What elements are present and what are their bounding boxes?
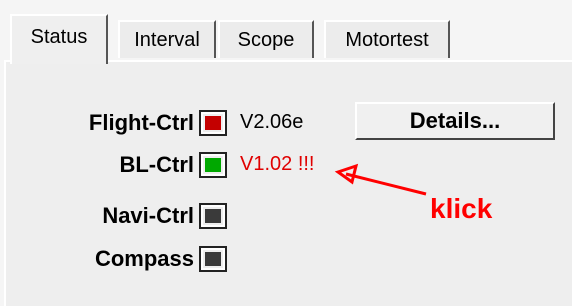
tab-scope[interactable]: Scope [218,20,314,58]
tab-status[interactable]: Status [10,14,108,64]
compass-label: Compass [94,246,194,271]
compass-led [199,246,227,272]
tab-motortest[interactable]: Motortest [324,20,450,58]
tab-interval-label: Interval [134,28,200,51]
red-arrow-icon [334,163,427,196]
bl-ctrl-led-fill [205,158,221,172]
details-button-label: Details... [409,108,501,133]
navi-ctrl-label: Navi-Ctrl [102,203,194,228]
tab-status-label: Status [30,26,88,48]
bl-ctrl-label: BL-Ctrl [119,152,194,177]
flight-ctrl-label: Flight-Ctrl [88,110,194,135]
klick-annotation: klick [430,193,493,224]
bl-ctrl-version: V1.02 !!! [240,153,315,175]
flight-ctrl-version: V2.06e [240,111,304,133]
tab-motortest-label: Motortest [345,28,429,51]
tab-scope-label: Scope [237,28,295,51]
tab-strip: Status Interval Scope Motortest [10,14,572,64]
compass-led-fill [205,252,221,266]
navi-ctrl-led-fill [205,209,221,223]
navi-ctrl-led [199,203,227,229]
bl-ctrl-led [199,152,227,178]
flight-ctrl-led [199,110,227,136]
details-button[interactable]: Details... [355,102,555,140]
status-window: Status Interval Scope Motortest Flight-C… [0,0,572,306]
flight-ctrl-led-fill [205,116,221,130]
tab-interval[interactable]: Interval [118,20,216,58]
